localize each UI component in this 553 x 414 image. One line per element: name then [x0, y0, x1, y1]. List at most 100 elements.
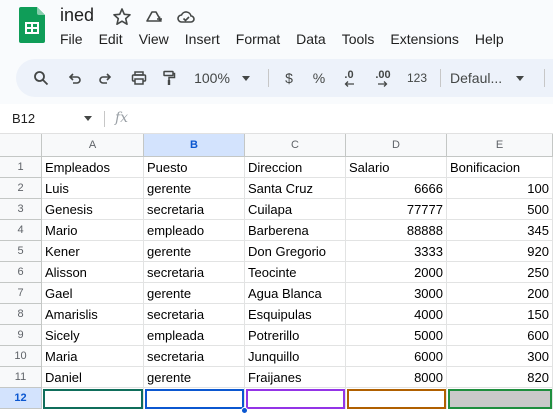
cell-b6[interactable]: secretaria — [144, 262, 245, 283]
cell-d4[interactable]: 88888 — [346, 220, 447, 241]
cell-c6[interactable]: Teocinte — [245, 262, 346, 283]
menu-help[interactable]: Help — [467, 30, 512, 50]
cell-d2[interactable]: 6666 — [346, 178, 447, 199]
cell-e3[interactable]: 500 — [447, 199, 553, 220]
cell-e4[interactable]: 345 — [447, 220, 553, 241]
print-button[interactable] — [126, 59, 152, 97]
cell-b10[interactable]: secretaria — [144, 346, 245, 367]
cell-d8[interactable]: 4000 — [346, 304, 447, 325]
cell-a4[interactable]: Mario — [42, 220, 144, 241]
document-title[interactable]: ined — [60, 5, 94, 26]
cell-a7[interactable]: Gael — [42, 283, 144, 304]
cell-d6[interactable]: 2000 — [346, 262, 447, 283]
row-header-12[interactable]: 12 — [0, 388, 42, 409]
row-header-11[interactable]: 11 — [0, 367, 42, 388]
cell-b5[interactable]: gerente — [144, 241, 245, 262]
cell-b8[interactable]: secretaria — [144, 304, 245, 325]
cell-c4[interactable]: Barberena — [245, 220, 346, 241]
row-header-3[interactable]: 3 — [0, 199, 42, 220]
cell-d10[interactable]: 6000 — [346, 346, 447, 367]
row-header-5[interactable]: 5 — [0, 241, 42, 262]
currency-format-button[interactable]: $ — [278, 59, 300, 97]
menu-extensions[interactable]: Extensions — [382, 30, 466, 50]
cell-e6[interactable]: 250 — [447, 262, 553, 283]
column-header-a[interactable]: A — [42, 134, 144, 157]
cell-e5[interactable]: 920 — [447, 241, 553, 262]
move-to-folder-icon[interactable] — [144, 7, 164, 27]
cell-b7[interactable]: gerente — [144, 283, 245, 304]
name-box[interactable]: B12 — [12, 104, 35, 134]
row-header-2[interactable]: 2 — [0, 178, 42, 199]
column-header-b[interactable]: B — [144, 134, 245, 157]
cell-a6[interactable]: Alisson — [42, 262, 144, 283]
search-menus-button[interactable] — [28, 59, 54, 97]
fill-handle[interactable] — [241, 407, 248, 414]
redo-button[interactable] — [92, 59, 118, 97]
cell-c7[interactable]: Agua Blanca — [245, 283, 346, 304]
row-header-4[interactable]: 4 — [0, 220, 42, 241]
row-header-1[interactable]: 1 — [0, 157, 42, 178]
cell-a5[interactable]: Kener — [42, 241, 144, 262]
cell-c5[interactable]: Don Gregorio — [245, 241, 346, 262]
menu-tools[interactable]: Tools — [334, 30, 383, 50]
column-header-d[interactable]: D — [346, 134, 447, 157]
formula-input[interactable] — [140, 104, 553, 134]
cell-b1[interactable]: Puesto — [144, 157, 245, 178]
percent-format-button[interactable]: % — [308, 59, 330, 97]
cell-a10[interactable]: Maria — [42, 346, 144, 367]
cell-c1[interactable]: Direccion — [245, 157, 346, 178]
star-icon[interactable] — [112, 7, 132, 27]
cell-d7[interactable]: 3000 — [346, 283, 447, 304]
cell-d5[interactable]: 3333 — [346, 241, 447, 262]
decrease-decimal-button[interactable]: .0 — [336, 59, 362, 97]
cell-a9[interactable]: Sicely — [42, 325, 144, 346]
cell-a11[interactable]: Daniel — [42, 367, 144, 388]
chevron-down-icon[interactable] — [84, 116, 92, 121]
cell-c9[interactable]: Potrerillo — [245, 325, 346, 346]
cell-e7[interactable]: 200 — [447, 283, 553, 304]
cell-b9[interactable]: empleada — [144, 325, 245, 346]
cell-b3[interactable]: secretaria — [144, 199, 245, 220]
cell-b2[interactable]: gerente — [144, 178, 245, 199]
column-header-e[interactable]: E — [447, 134, 553, 157]
cell-d1[interactable]: Salario — [346, 157, 447, 178]
cell-e8[interactable]: 150 — [447, 304, 553, 325]
row-header-7[interactable]: 7 — [0, 283, 42, 304]
row-header-9[interactable]: 9 — [0, 325, 42, 346]
cell-c10[interactable]: Junquillo — [245, 346, 346, 367]
menu-file[interactable]: File — [52, 30, 91, 50]
cloud-saved-icon[interactable] — [176, 7, 196, 27]
cell-b4[interactable]: empleado — [144, 220, 245, 241]
menu-view[interactable]: View — [131, 30, 177, 50]
menu-insert[interactable]: Insert — [177, 30, 228, 50]
menu-format[interactable]: Format — [228, 30, 288, 50]
cell-e1[interactable]: Bonificacion — [447, 157, 553, 178]
menu-data[interactable]: Data — [288, 30, 334, 50]
cell-a1[interactable]: Empleados — [42, 157, 144, 178]
row-header-8[interactable]: 8 — [0, 304, 42, 325]
cell-e2[interactable]: 100 — [447, 178, 553, 199]
cell-e9[interactable]: 600 — [447, 325, 553, 346]
row-header-6[interactable]: 6 — [0, 262, 42, 283]
select-all-corner[interactable] — [0, 134, 42, 157]
more-formats-button[interactable]: 123 — [404, 59, 430, 97]
zoom-select[interactable]: 100% — [190, 59, 254, 97]
cell-b11[interactable]: gerente — [144, 367, 245, 388]
cell-d9[interactable]: 5000 — [346, 325, 447, 346]
cell-e11[interactable]: 820 — [447, 367, 553, 388]
cell-c11[interactable]: Fraijanes — [245, 367, 346, 388]
cell-a8[interactable]: Amarislis — [42, 304, 144, 325]
row-header-10[interactable]: 10 — [0, 346, 42, 367]
paint-format-button[interactable] — [156, 59, 182, 97]
cell-c3[interactable]: Cuilapa — [245, 199, 346, 220]
cell-a2[interactable]: Luis — [42, 178, 144, 199]
cell-d3[interactable]: 77777 — [346, 199, 447, 220]
undo-button[interactable] — [62, 59, 88, 97]
menu-edit[interactable]: Edit — [91, 30, 131, 50]
cell-a3[interactable]: Genesis — [42, 199, 144, 220]
column-header-c[interactable]: C — [245, 134, 346, 157]
cell-e10[interactable]: 300 — [447, 346, 553, 367]
sheets-logo-icon[interactable] — [19, 7, 45, 43]
font-family-select[interactable]: Defaul... — [450, 59, 530, 97]
cell-c8[interactable]: Esquipulas — [245, 304, 346, 325]
